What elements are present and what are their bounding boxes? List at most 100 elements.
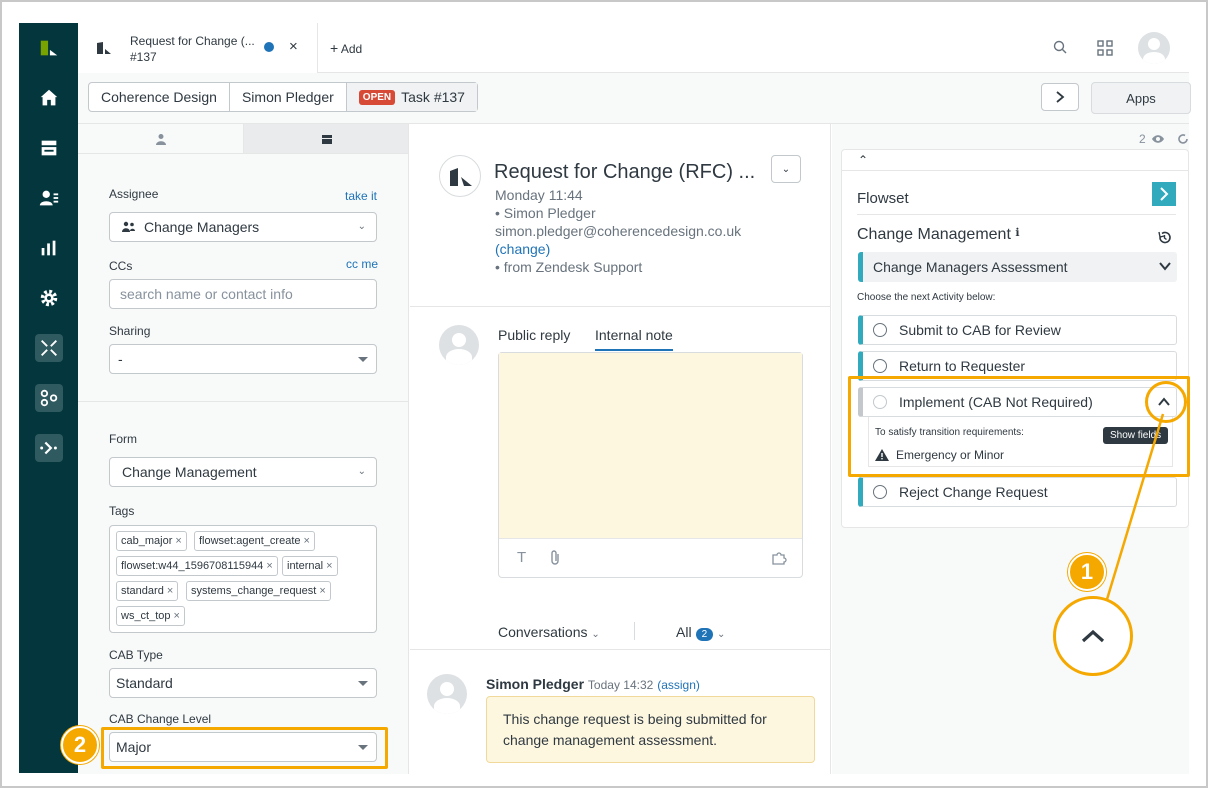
form-label: Form (109, 432, 137, 446)
tab-title: Request for Change (... (130, 34, 255, 48)
info-icon[interactable]: ℹ (1015, 227, 1019, 239)
tag[interactable]: standard × (116, 581, 179, 601)
tag-remove-icon[interactable]: × (319, 585, 325, 597)
customers-icon[interactable] (19, 178, 78, 218)
ticket-via: • from Zendesk Support (495, 259, 643, 275)
ticket-subject[interactable]: Request for Change (RFC) ... (494, 161, 755, 184)
text-format-icon[interactable]: T (517, 549, 526, 566)
puzzle-icon[interactable] (771, 550, 787, 566)
breadcrumb-org[interactable]: Coherence Design (89, 83, 230, 111)
radio-icon[interactable] (873, 485, 887, 499)
subject-menu-button[interactable]: ⌄ (771, 155, 801, 183)
refresh-icon[interactable] (1178, 133, 1189, 145)
zoom-callout (1053, 596, 1133, 676)
message-time: Today 14:32 (587, 678, 654, 692)
cab-level-label: CAB Change Level (109, 712, 212, 726)
change-link[interactable]: (change) (495, 241, 550, 257)
breadcrumb-requester[interactable]: Simon Pledger (230, 83, 347, 111)
sharing-select[interactable]: - (109, 344, 377, 374)
assignee-field[interactable]: Change Managers ⌄ (109, 212, 377, 242)
choose-activity-hint: Choose the next Activity below: (857, 292, 996, 303)
eye-icon (1152, 135, 1164, 143)
cab-type-value: Standard (116, 675, 173, 691)
ticket-tab[interactable]: Request for Change (... #137 × (78, 23, 318, 73)
zendesk-logo-icon[interactable] (19, 28, 78, 68)
all-filter[interactable]: All 2 ⌄ (676, 624, 725, 641)
take-it-link[interactable]: take it (345, 189, 377, 203)
note-editor[interactable]: T (498, 352, 803, 578)
arrows-app-icon (34, 334, 63, 362)
chevron-up-icon (1081, 629, 1105, 643)
conversations-filter[interactable]: Conversations ⌄ (498, 624, 600, 640)
user-icon (155, 133, 166, 145)
ticket-requester: • Simon Pledger (495, 205, 596, 221)
tag-remove-icon[interactable]: × (174, 610, 180, 622)
radio-icon[interactable] (873, 359, 887, 373)
tag-remove-icon[interactable]: × (326, 560, 332, 572)
ccs-label: CCs (109, 259, 133, 273)
sharing-value: - (118, 351, 123, 367)
tab-internal-note[interactable]: Internal note (595, 327, 673, 351)
count-badge: 2 (695, 628, 714, 641)
products-grid-icon[interactable] (1097, 40, 1113, 56)
form-select[interactable]: Change Management ⌄ (109, 457, 377, 487)
tab-ticket[interactable] (243, 124, 408, 153)
brand-avatar (439, 155, 481, 197)
tab-subtitle: #137 (130, 50, 157, 64)
activity-submit-cab[interactable]: Submit to CAB for Review (858, 315, 1177, 345)
title-divider (857, 214, 1176, 215)
chevron-down-icon: ⌄ (357, 221, 366, 232)
views-icon[interactable] (19, 128, 78, 168)
app-nav-1[interactable] (19, 328, 78, 368)
tag-remove-icon[interactable]: × (304, 535, 310, 547)
add-tab-button[interactable]: + Add (330, 40, 362, 56)
tag[interactable]: flowset:agent_create × (194, 531, 315, 551)
tags-input[interactable]: cab_major × flowset:agent_create × flowset… (109, 525, 377, 633)
apps-button[interactable]: Apps (1091, 82, 1191, 114)
chevron-down-icon (1159, 262, 1171, 271)
reporting-icon[interactable] (19, 228, 78, 268)
next-ticket-button[interactable] (1041, 83, 1079, 111)
assign-link[interactable]: (assign) (657, 678, 700, 692)
cc-me-link[interactable]: cc me (346, 257, 378, 271)
tag[interactable]: cab_major × (116, 531, 187, 551)
ccs-placeholder: search name or contact info (120, 286, 293, 302)
tag-remove-icon[interactable]: × (266, 560, 272, 572)
callout-number-1: 1 (1068, 553, 1106, 591)
flowset-chevron-icon (1160, 187, 1169, 201)
tag[interactable]: ws_ct_top × (116, 606, 185, 626)
current-activity-select[interactable]: Change Managers Assessment (858, 252, 1177, 282)
history-icon[interactable] (1157, 230, 1172, 245)
cab-type-select[interactable]: Standard (109, 668, 377, 698)
tag[interactable]: systems_change_request × (186, 581, 331, 601)
home-icon[interactable] (19, 78, 78, 118)
caret-down-icon (358, 357, 368, 362)
user-avatar[interactable] (1138, 32, 1170, 64)
message-author[interactable]: Simon Pledger (486, 676, 584, 692)
admin-gear-icon[interactable] (19, 278, 78, 318)
tag-remove-icon[interactable]: × (167, 585, 173, 597)
card-divider (842, 170, 1188, 171)
radio-icon[interactable] (873, 323, 887, 337)
search-icon[interactable] (1053, 40, 1067, 54)
tag[interactable]: flowset:w44_1596708115944 × (116, 556, 278, 576)
ticket-icon (321, 134, 332, 144)
tab-public-reply[interactable]: Public reply (498, 327, 570, 343)
tab-close-button[interactable]: × (289, 38, 298, 55)
tag[interactable]: internal × (282, 556, 338, 576)
app-nav-3[interactable] (19, 428, 78, 468)
plus-icon: + (330, 40, 339, 56)
note-textarea[interactable] (499, 353, 802, 539)
message-header: Simon Pledger Today 14:32 (assign) (486, 676, 700, 692)
ccs-input[interactable]: search name or contact info (109, 279, 377, 309)
tab-user[interactable] (78, 124, 243, 153)
flow-app-icon (34, 384, 63, 412)
breadcrumb-ticket[interactable]: OPEN Task #137 (346, 83, 477, 111)
app-nav-2[interactable] (19, 378, 78, 418)
group-icon (122, 221, 135, 232)
form-value: Change Management (122, 464, 257, 480)
paperclip-icon[interactable] (549, 550, 561, 566)
tag-remove-icon[interactable]: × (175, 535, 181, 547)
flowset-logo-icon[interactable] (1152, 182, 1176, 206)
collapse-chevron-icon[interactable]: ⌃ (858, 153, 868, 167)
